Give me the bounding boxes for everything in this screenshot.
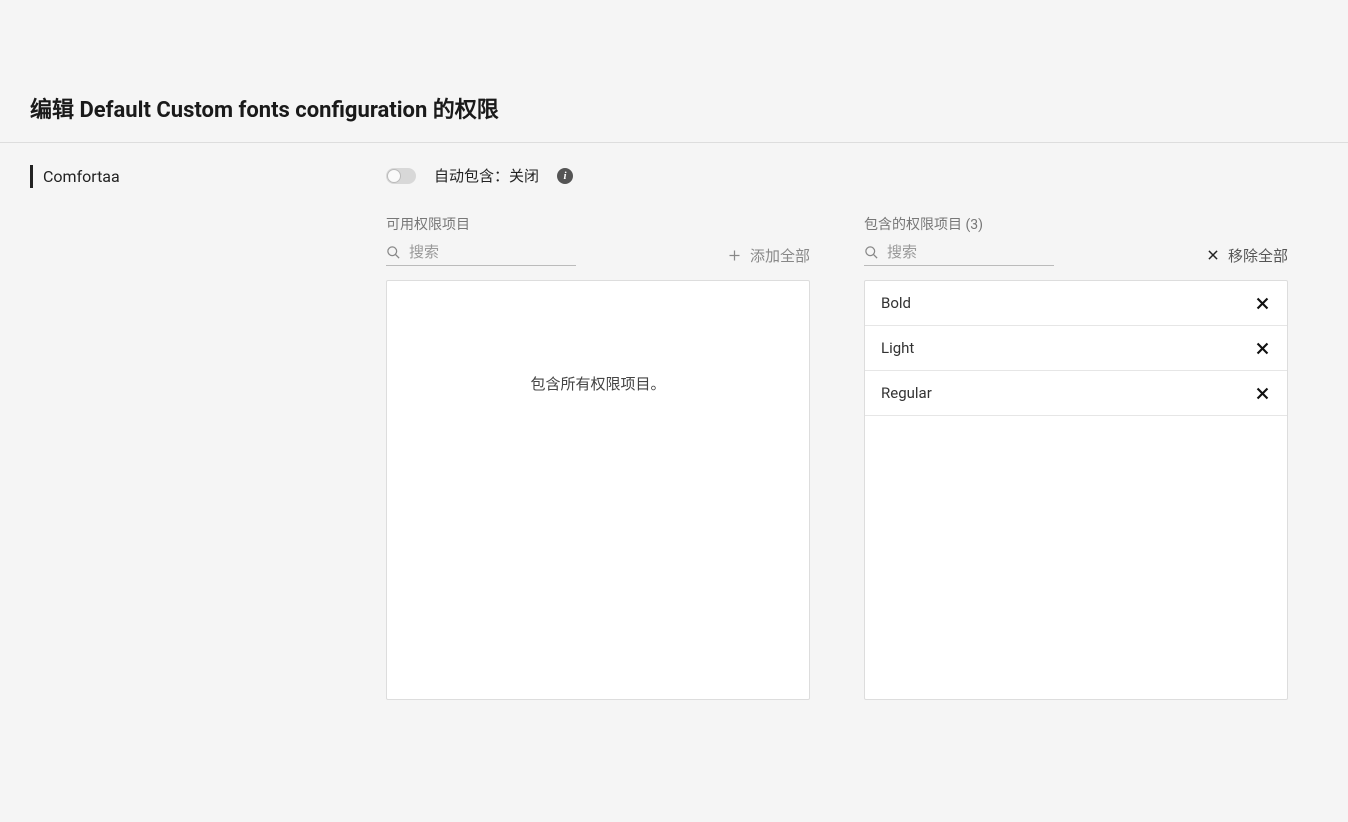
page-title: 编辑 Default Custom fonts configuration 的权… <box>0 70 1348 143</box>
content-area: Comfortaa 自动包含：关闭 i 可用权限项目 <box>0 143 1348 700</box>
sidebar-item-label: Comfortaa <box>43 167 120 186</box>
remove-item-button[interactable] <box>1254 385 1271 402</box>
included-column: 包含的权限项目 (3) 移除全部 Bold <box>864 214 1288 700</box>
search-icon <box>864 245 879 260</box>
list-item-label: Bold <box>881 294 911 312</box>
available-empty-message: 包含所有权限项目。 <box>530 373 665 394</box>
included-search-wrap <box>864 244 1054 266</box>
remove-all-label: 移除全部 <box>1228 245 1288 266</box>
remove-item-button[interactable] <box>1254 340 1271 357</box>
top-spacer <box>0 0 1348 70</box>
available-column: 可用权限项目 添加全部 包含所有权限项目。 <box>386 214 810 700</box>
dual-list-columns: 可用权限项目 添加全部 包含所有权限项目。 <box>386 214 1288 700</box>
close-icon <box>1206 248 1220 262</box>
included-panel: Bold Light Regular <box>864 280 1288 700</box>
list-item[interactable]: Light <box>865 326 1287 371</box>
included-search-input[interactable] <box>887 244 1054 261</box>
search-icon <box>386 245 401 260</box>
add-all-button[interactable]: 添加全部 <box>727 245 810 266</box>
remove-all-button[interactable]: 移除全部 <box>1206 245 1288 266</box>
available-controls: 添加全部 <box>386 244 810 266</box>
included-controls: 移除全部 <box>864 244 1288 266</box>
page-container: 编辑 Default Custom fonts configuration 的权… <box>0 70 1348 700</box>
auto-include-label: 自动包含：关闭 <box>434 165 539 186</box>
info-icon[interactable]: i <box>557 168 573 184</box>
close-icon <box>1254 340 1271 357</box>
auto-include-row: 自动包含：关闭 i <box>386 165 1288 186</box>
list-item-label: Regular <box>881 384 932 402</box>
close-icon <box>1254 295 1271 312</box>
auto-include-toggle[interactable] <box>386 168 416 184</box>
list-item[interactable]: Regular <box>865 371 1287 416</box>
plus-icon <box>727 248 742 263</box>
available-panel: 包含所有权限项目。 <box>386 280 810 700</box>
toggle-knob <box>387 169 401 183</box>
sidebar-item-comfortaa[interactable]: Comfortaa <box>30 165 130 188</box>
available-header: 可用权限项目 <box>386 214 810 234</box>
sidebar: Comfortaa <box>0 165 360 700</box>
close-icon <box>1254 385 1271 402</box>
add-all-label: 添加全部 <box>750 245 810 266</box>
remove-item-button[interactable] <box>1254 295 1271 312</box>
available-search-input[interactable] <box>409 244 576 261</box>
main-panel: 自动包含：关闭 i 可用权限项目 添加全部 <box>360 165 1348 700</box>
list-item-label: Light <box>881 339 914 357</box>
list-item[interactable]: Bold <box>865 281 1287 326</box>
included-header: 包含的权限项目 (3) <box>864 214 1288 234</box>
available-search-wrap <box>386 244 576 266</box>
